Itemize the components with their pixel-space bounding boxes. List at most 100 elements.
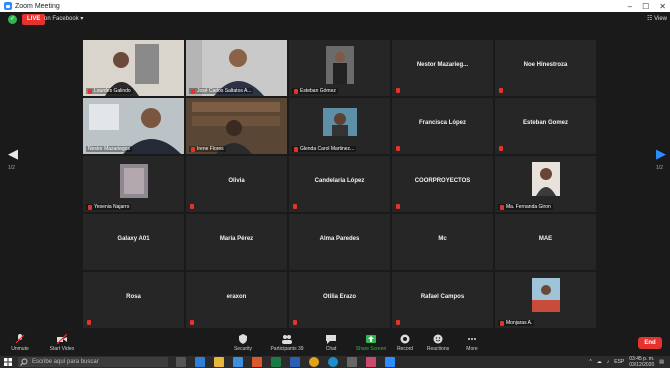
unmute-button[interactable]: Unmute [0,334,40,352]
file-explorer-icon[interactable] [214,357,224,367]
end-meeting-button[interactable]: End [638,337,662,349]
participant-tile[interactable]: Esteban Gómez [289,40,390,96]
muted-mic-icon [396,88,400,93]
previous-page-arrow-icon[interactable]: ◀ [8,146,18,162]
edge-app-icon[interactable] [328,357,338,367]
participant-name-label: Esteban Gómez [292,88,338,94]
maximize-button[interactable]: ☐ [642,2,649,11]
security-button[interactable]: Security [223,334,263,352]
participant-photo [531,278,560,312]
photos-app-icon[interactable] [252,357,262,367]
participant-tile[interactable]: Glenda Carol Martinez... [289,98,390,154]
participant-photo [531,162,560,196]
muted-mic-icon [293,204,297,209]
live-on-facebook-dropdown[interactable]: on Facebook ▾ [44,14,83,25]
muted-mic-icon [88,88,92,94]
participant-tile[interactable]: Alma Paredes [289,214,390,270]
participant-tile[interactable]: Candelaria López [289,156,390,212]
participant-name-label: Glenda Carol Martinez... [292,146,357,152]
task-view-icon[interactable] [176,357,186,367]
participant-name: Rafael Campos [420,294,465,300]
participant-tile[interactable]: Lourdes Galindo [83,40,184,96]
system-clock[interactable]: 03:45 p. m. 03/12/2020 [629,356,654,368]
security-shield-icon [239,334,247,344]
participant-tile[interactable]: Irene Flores [186,98,287,154]
participant-tile[interactable]: Nestor Mazariegos [83,98,184,154]
muted-mic-icon [88,204,92,210]
participant-tile[interactable]: María Pérez [186,214,287,270]
participant-tile[interactable]: Monjaras A. [495,272,596,328]
chrome-app-icon[interactable] [309,357,319,367]
participant-tile[interactable]: José Carlos Saltatos A... [186,40,287,96]
muted-mic-icon [499,88,503,93]
participant-name: María Pérez [219,236,254,242]
muted-mic-icon [396,146,400,151]
participant-name-label: Nestor Mazariegos [86,146,132,152]
close-button[interactable]: ✕ [659,2,666,11]
participant-name: Nestor Mazarieg... [416,62,469,68]
store-app-icon[interactable] [233,357,243,367]
participants-count: 39 [297,346,304,352]
input-language[interactable]: ESP [614,359,624,365]
security-shield-icon[interactable]: ✓ [8,15,17,24]
participant-tile[interactable]: MAE [495,214,596,270]
record-icon [400,334,410,344]
muted-mic-icon [190,320,194,325]
participant-tile[interactable]: Mc [392,214,493,270]
participants-icon [282,335,292,344]
participant-tile[interactable]: Rosa [83,272,184,328]
participant-tile[interactable]: Nestor Mazarieg... [392,40,493,96]
search-icon [20,358,28,366]
muted-mic-icon [396,320,400,325]
network-icon[interactable]: ☁ [597,359,602,365]
more-dots-icon [468,338,476,340]
minimize-button[interactable]: – [628,2,632,11]
system-tray: ^ ☁ ♪ ESP 03:45 p. m. 03/12/2020 ▤ [589,356,664,368]
share-screen-icon [366,335,376,343]
participant-tile[interactable]: Francisca López [392,98,493,154]
participant-name: Olivia [228,178,245,184]
mail-app-icon[interactable] [195,357,205,367]
participant-photo [325,46,354,84]
windows-start-icon[interactable] [4,358,12,366]
meeting-topbar [0,12,670,28]
participant-tile[interactable]: COORPROYECTOS [392,156,493,212]
participant-name: Noe Hinestroza [523,62,568,68]
calculator-app-icon[interactable] [347,357,357,367]
participant-name: eraxon [226,294,247,300]
muted-mic-icon [294,146,298,152]
notifications-icon[interactable]: ▤ [659,359,664,365]
volume-icon[interactable]: ♪ [607,359,610,365]
participant-name: MAE [538,236,553,242]
zoom-app-icon[interactable] [385,357,395,367]
participant-tile[interactable]: Rafael Campos [392,272,493,328]
participant-tile[interactable]: eraxon [186,272,287,328]
participant-name-label: Yesenia Najarro [86,204,132,210]
start-video-button[interactable]: Start Video [42,334,82,352]
participant-tile[interactable]: Esteban Gomez [495,98,596,154]
participant-tile[interactable]: Olivia [186,156,287,212]
word-app-icon[interactable] [290,357,300,367]
next-page-arrow-icon[interactable]: ▶ [656,146,666,162]
participant-tile[interactable]: Galaxy A01 [83,214,184,270]
participant-tile[interactable]: Otilia Erazo [289,272,390,328]
more-button[interactable]: More [452,334,492,352]
participant-name: Galaxy A01 [117,236,150,242]
paint-app-icon[interactable] [366,357,376,367]
live-badge[interactable]: LIVE [22,14,46,25]
taskbar-search-box[interactable]: Escribe aquí para buscar [18,357,168,367]
participant-tile[interactable]: Ma. Fernanda Giron [495,156,596,212]
participant-tile[interactable]: Noe Hinestroza [495,40,596,96]
next-page-indicator: 1/2 [656,165,663,171]
participant-tile[interactable]: Yesenia Najarro [83,156,184,212]
participants-button[interactable]: Participants 39 [267,334,307,352]
participant-name: Alma Paredes [319,236,360,242]
tray-chevron-icon[interactable]: ^ [589,359,591,365]
participant-name-label: Monjaras A. [498,320,535,326]
participant-name: Otilia Erazo [322,294,356,300]
muted-mic-icon [87,320,91,325]
chat-button[interactable]: Chat [311,334,351,352]
participant-name: COORPROYECTOS [414,178,471,184]
excel-app-icon[interactable] [271,357,281,367]
view-button[interactable]: ☷ View [647,15,667,22]
